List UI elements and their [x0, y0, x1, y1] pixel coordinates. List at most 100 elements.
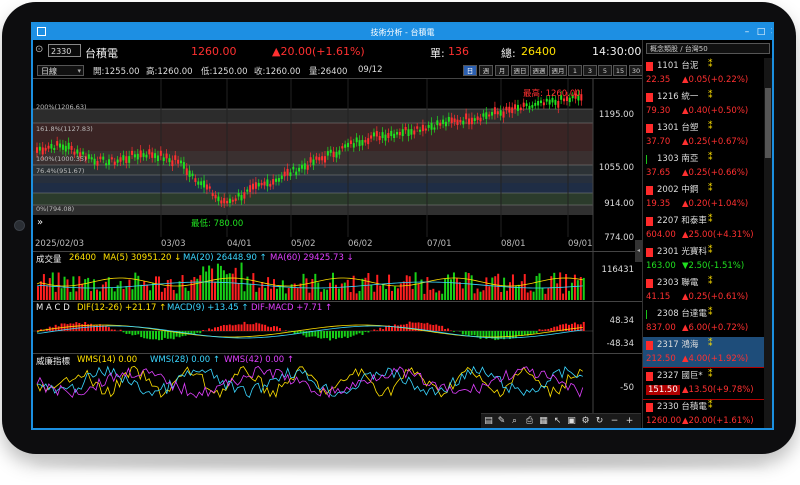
volume-bar: [414, 272, 417, 300]
zoom-icon[interactable]: ⌕: [509, 416, 520, 427]
volume-bar: [517, 284, 520, 300]
maximize-icon[interactable]: □: [755, 26, 767, 38]
candle-body: [367, 138, 370, 145]
volume-bar: [423, 293, 426, 300]
watchlist-item[interactable]: 2317 鴻海 ⁑ 212.50 ▲4.00(+1.92%): [643, 337, 764, 368]
zoom-in-icon[interactable]: +: [624, 416, 635, 427]
draw-icon[interactable]: ✎: [496, 416, 507, 427]
bar-date: 09/12: [358, 65, 383, 75]
period-button[interactable]: 15: [613, 65, 627, 76]
period-button[interactable]: 週日: [511, 65, 529, 76]
lock-icon[interactable]: ⊙: [35, 44, 43, 58]
period-button[interactable]: 日: [463, 65, 477, 76]
watchlist-scrollbar[interactable]: [764, 58, 772, 428]
candlestick-chart[interactable]: [33, 79, 642, 252]
volume-bar: [140, 284, 143, 300]
macd-tick: -48.34: [606, 339, 634, 349]
vol-value: 量:26400: [309, 67, 348, 77]
volume-bar: [491, 277, 494, 300]
period-button[interactable]: 3: [583, 65, 597, 76]
fib-band: [33, 205, 593, 215]
volume-bar: [190, 279, 193, 300]
watchlist-item[interactable]: 1101 台泥 ⁑ 22.35 ▲0.05(+0.22%): [643, 58, 764, 89]
candle-body: [324, 156, 326, 163]
macd-histogram-bar: [66, 324, 69, 331]
volume-bar: [243, 291, 246, 300]
macd-histogram-bar: [479, 331, 482, 339]
watchlist-item[interactable]: 2301 光寶科 ⁑ 163.00 ▼2.50(-1.51%): [643, 244, 764, 275]
minimize-icon[interactable]: –: [741, 26, 753, 38]
volume-bar: [340, 283, 343, 300]
candle-body: [514, 104, 517, 110]
period-button[interactable]: 5: [598, 65, 612, 76]
date-tick: 2025/02/03: [35, 239, 84, 249]
candle-body: [154, 153, 157, 159]
watchlist-item[interactable]: 2330 台積電 ⁑ 1260.00 ▲20.00(+1.61%): [643, 399, 764, 428]
watchlist-item[interactable]: 1216 統一 ⁑ 79.30 ▲0.40(+0.50%): [643, 89, 764, 120]
period-select[interactable]: 日線: [37, 65, 84, 77]
period-button[interactable]: 月: [495, 65, 509, 76]
candle-body: [182, 162, 185, 169]
macd-histogram-bar: [329, 331, 332, 341]
date-tick: 06/02: [348, 239, 373, 249]
volume-bar: [503, 277, 506, 300]
watchlist-group-select[interactable]: 概念類股 / 台灣50: [646, 43, 770, 54]
volume-bar: [152, 282, 155, 300]
panel-collapse-handle[interactable]: ◂: [635, 240, 642, 262]
candle-body: [56, 141, 59, 146]
window-title: 技術分析 - 台積電: [370, 28, 435, 37]
watchlist-item[interactable]: 2303 聯電 ⁑ 41.15 ▲0.25(+0.61%): [643, 275, 764, 306]
export-icon[interactable]: ▦: [538, 416, 549, 427]
volume-current: 26400: [69, 253, 97, 263]
macd-histogram-bar: [72, 323, 75, 331]
grid-icon[interactable]: ▣: [566, 416, 577, 427]
volume-bar: [305, 278, 308, 300]
chart-type-icon[interactable]: ▤: [483, 416, 494, 427]
candle-body: [470, 117, 473, 125]
low-value: 低:1250.00: [201, 67, 248, 77]
watchlist-item[interactable]: 1301 台塑 ⁑ 37.70 ▲0.25(+0.67%): [643, 120, 764, 151]
title-bar: 技術分析 - 台積電 – □ ✕: [33, 24, 772, 40]
volume-bar: [547, 287, 550, 300]
macd-histogram-bar: [517, 331, 520, 336]
settings-icon[interactable]: ⚙: [580, 416, 591, 427]
watchlist-item[interactable]: 1303 南亞 ⁑ 37.65 ▲0.25(+0.66%): [643, 151, 764, 182]
expand-icon[interactable]: »: [37, 217, 43, 228]
candle-body: [125, 156, 128, 163]
macd-histogram-bar: [514, 331, 517, 339]
candle-body: [499, 110, 502, 116]
macd-histogram-bar: [461, 331, 464, 335]
watchlist-item-price: 37.70: [646, 137, 671, 147]
candle-body: [159, 150, 162, 156]
zoom-out-icon[interactable]: −: [609, 416, 620, 427]
alert-icon: ⁑: [708, 246, 713, 256]
volume-bar: [391, 290, 393, 300]
period-button[interactable]: 週週: [530, 65, 548, 76]
stock-code-input[interactable]: 2330: [48, 44, 81, 57]
candle-body: [110, 157, 113, 160]
candle-body: [450, 117, 453, 124]
watchlist-item[interactable]: 2002 中鋼 ⁑ 19.35 ▲0.20(+1.04%): [643, 182, 764, 213]
wms-28: WMS(28) 0.00 ↑: [150, 355, 221, 365]
print-icon[interactable]: ⎙: [524, 416, 535, 427]
cursor-icon[interactable]: ↖: [552, 416, 563, 427]
volume-bar: [175, 293, 178, 300]
watchlist-item[interactable]: 2308 台達電 ⁑ 837.00 ▲6.00(+0.72%): [643, 306, 764, 337]
volume-bar: [184, 287, 187, 300]
volume-value: 26400: [521, 45, 556, 58]
volume-bar: [157, 276, 160, 300]
period-button[interactable]: 週月: [549, 65, 567, 76]
candle-body: [401, 129, 404, 137]
candle-body: [228, 198, 231, 204]
close-value: 收:1260.00: [254, 67, 301, 77]
period-button[interactable]: 週: [479, 65, 493, 76]
period-button[interactable]: 1: [568, 65, 582, 76]
candle-icon: [646, 310, 652, 319]
watchlist-item[interactable]: 2207 和泰車 ⁑ 604.00 ▲25.00(+4.31%): [643, 213, 764, 244]
watchlist-item[interactable]: 2327 國巨* ⁑ 151.50 ▲13.50(+9.78%): [643, 367, 764, 400]
period-button[interactable]: 30: [629, 65, 643, 76]
candle-body: [47, 145, 50, 149]
refresh-icon[interactable]: ↻: [594, 416, 605, 427]
close-icon[interactable]: ✕: [768, 26, 772, 38]
volume-bar: [523, 274, 526, 300]
